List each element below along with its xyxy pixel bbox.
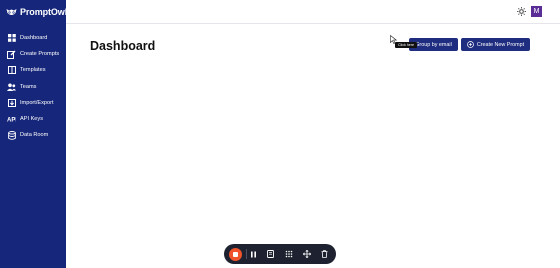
pause-icon xyxy=(251,251,256,257)
sidebar-item-label: Templates xyxy=(20,67,46,74)
sidebar-item-label: API Keys xyxy=(20,116,44,123)
sun-icon xyxy=(517,7,526,16)
sidebar-item-label: Create Prompts xyxy=(20,51,60,58)
recorder-toolbar xyxy=(224,244,336,264)
page-title: Dashboard xyxy=(90,39,156,53)
grid-button[interactable] xyxy=(282,248,295,261)
trash-icon xyxy=(321,250,328,258)
app-logo[interactable]: PromptOwl xyxy=(6,7,67,17)
stop-icon xyxy=(233,251,238,257)
sidebar-item-label: Data Room xyxy=(20,132,49,139)
sidebar-item-teams[interactable]: Teams xyxy=(0,79,66,95)
sidebar-item-create-prompts[interactable]: Create Prompts xyxy=(0,46,66,62)
grid-icon xyxy=(7,34,16,43)
create-new-prompt-label: Create New Prompt xyxy=(476,41,525,48)
sidebar-item-api-keys[interactable]: API API Keys xyxy=(0,111,66,127)
document-icon xyxy=(267,250,274,258)
user-avatar[interactable]: M xyxy=(531,6,542,17)
sidebar-item-label: Teams xyxy=(20,83,37,90)
sidebar-item-data-room[interactable]: Data Room xyxy=(0,127,66,143)
group-by-email-label: Group by email xyxy=(415,41,452,48)
svg-text:API: API xyxy=(7,118,16,124)
owl-logo-icon xyxy=(6,8,17,15)
app-name: PromptOwl xyxy=(20,7,68,17)
theme-toggle-button[interactable] xyxy=(516,6,527,17)
grid-dots-icon xyxy=(285,250,292,258)
tooltip: Click here xyxy=(395,42,417,48)
columns-icon xyxy=(7,66,16,75)
create-new-prompt-button[interactable]: Create New Prompt xyxy=(461,38,530,51)
notes-button[interactable] xyxy=(264,248,277,261)
edit-icon xyxy=(7,50,16,59)
sidebar-item-templates[interactable]: Templates xyxy=(0,62,66,78)
pause-button[interactable] xyxy=(247,248,260,261)
sidebar-item-label: Dashboard xyxy=(20,35,48,42)
database-icon xyxy=(7,130,16,140)
stop-recording-button[interactable] xyxy=(229,247,242,261)
sidebar-nav: Dashboard Create Prompts Templates Teams… xyxy=(0,30,66,143)
sidebar-item-label: Import/Export xyxy=(20,99,54,106)
delete-button[interactable] xyxy=(318,248,331,261)
move-icon xyxy=(302,250,311,258)
top-bar xyxy=(66,0,560,24)
move-button[interactable] xyxy=(300,248,313,261)
users-icon xyxy=(7,82,16,91)
sidebar: PromptOwl Dashboard Create Prompts Templ… xyxy=(0,0,67,268)
plus-circle-icon xyxy=(467,41,474,48)
sidebar-item-dashboard[interactable]: Dashboard xyxy=(0,30,66,46)
import-icon xyxy=(7,98,16,107)
key-icon: API xyxy=(7,115,16,124)
sidebar-item-import-export[interactable]: Import/Export xyxy=(0,95,66,111)
